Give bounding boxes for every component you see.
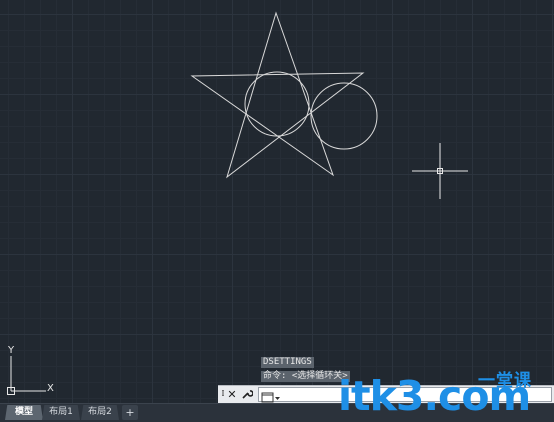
- close-icon[interactable]: ✕: [226, 386, 238, 403]
- ucs-y-label: Y: [7, 345, 15, 356]
- wrench-icon[interactable]: [240, 386, 254, 403]
- star-polyline[interactable]: [190, 11, 365, 179]
- model-space-canvas[interactable]: Y X: [0, 0, 554, 403]
- inscribed-circle[interactable]: [244, 71, 310, 137]
- add-layout-button[interactable]: +: [122, 405, 138, 420]
- ucs-x-label: X: [47, 383, 54, 394]
- command-history-line: 命令: <选择循环关>: [261, 371, 350, 382]
- tab-layout2[interactable]: 布局2: [81, 405, 119, 420]
- command-prompt-icon[interactable]: [261, 389, 281, 403]
- drawing-area[interactable]: Y X: [0, 0, 554, 403]
- crosshair-cursor-icon: [412, 143, 468, 199]
- tangent-circle[interactable]: [310, 82, 378, 150]
- watermark-logo: itk3.com 一堂课: [338, 366, 554, 421]
- command-history-line: DSETTINGS: [261, 357, 314, 368]
- tab-model[interactable]: 模型: [5, 405, 43, 420]
- watermark-sub: 一堂课: [478, 371, 532, 391]
- ucs-icon: [7, 356, 46, 395]
- grip-handle-icon[interactable]: ⁞⁞: [219, 386, 225, 403]
- tab-layout1[interactable]: 布局1: [42, 405, 80, 420]
